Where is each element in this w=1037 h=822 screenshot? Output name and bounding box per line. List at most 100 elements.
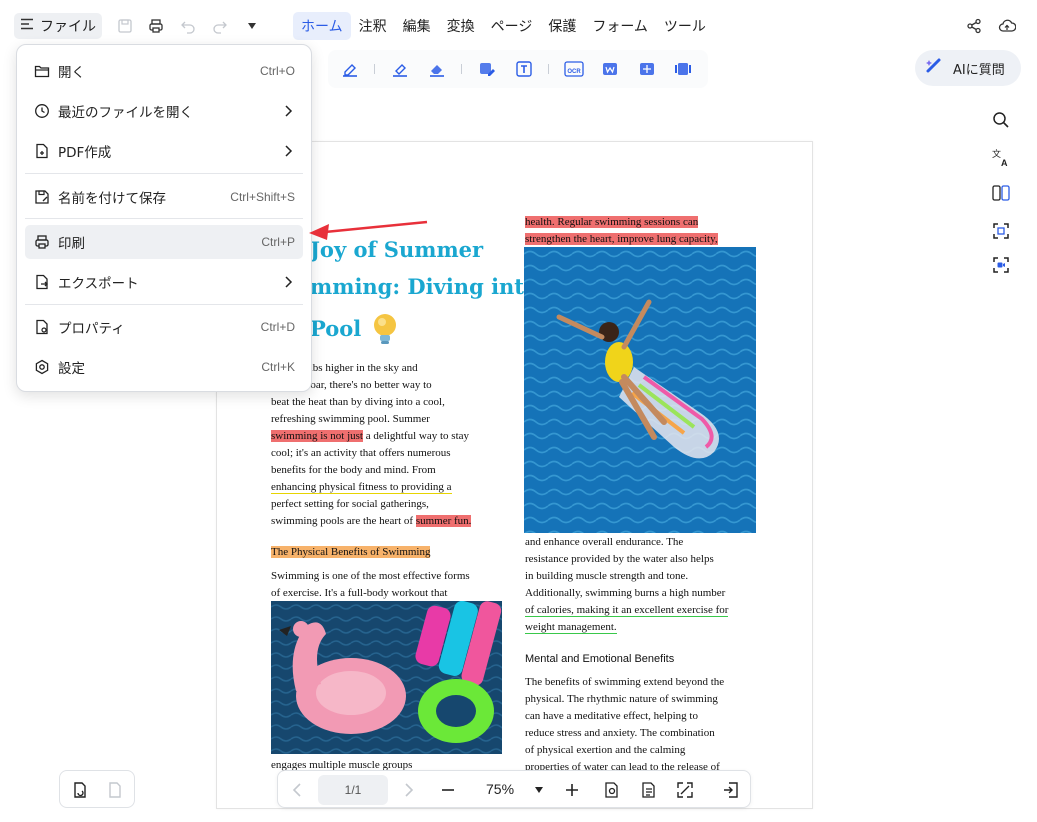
highlight-red: swimming is not just [271,430,363,442]
highlight-red: strengthen the heart, improve lung capac… [525,233,718,245]
menu-divider [25,304,303,305]
text-line: resistance provided by the water also he… [525,553,714,565]
tab-protect[interactable]: 保護 [540,12,584,40]
highlight-red: health. Regular swimming sessions can [525,216,699,228]
text-line: Swimming is one of the most effective fo… [271,570,470,582]
zoom-dropdown-icon[interactable] [528,779,550,801]
ai-sparkle-icon [925,57,943,79]
tab-convert[interactable]: 変換 [439,12,483,40]
text-line: in building muscle strength and tone. [525,570,689,582]
toolbar-separator [374,64,376,74]
menu-item-label: PDF作成 [58,145,112,161]
quick-access-dropdown-icon[interactable] [241,15,263,37]
crop-capture-icon[interactable] [990,220,1012,242]
text-line: Additionally, swimming burns a high numb… [525,587,726,599]
section-heading-physical: The Physical Benefits of Swimming [271,546,431,558]
doc-title-line-2: mming: Diving into [310,274,539,299]
exit-fullscreen-icon[interactable] [720,779,742,801]
tab-edit[interactable]: 編集 [395,12,439,40]
lightbulb-icon [371,311,399,350]
text-line: weight management. [525,619,728,636]
menu-item-settings[interactable]: 設定 Ctrl+K [25,350,303,384]
woman-pool-float-photo [524,247,756,533]
menu-item-label: エクスポート [58,276,139,292]
to-word-icon[interactable] [599,57,622,81]
share-icon[interactable] [963,15,985,37]
next-page-icon[interactable] [398,779,420,801]
edit-text-icon[interactable] [475,57,498,81]
file-dropdown-menu: 開く Ctrl+O 最近のファイルを開く PDF作成 名前を付けて保存 Ctrl… [16,44,312,392]
text-line: strengthen the heart, improve lung capac… [525,231,718,248]
menu-item-export[interactable]: エクスポート [25,265,303,299]
save-icon[interactable] [114,15,136,37]
text-line: of physical exertion and the calming [525,744,686,756]
text-line: reduce stress and anxiety. The combinati… [525,727,715,739]
ocr-icon[interactable]: OCR [562,57,585,81]
tab-form[interactable]: フォーム [584,12,656,40]
file-menu-button[interactable]: ファイル [14,13,102,39]
eraser-icon[interactable] [425,57,448,81]
zoom-out-icon[interactable] [437,779,459,801]
doc-title-line-3-text: Pool [310,316,362,341]
text-recognize-icon[interactable] [512,57,535,81]
read-mode-icon[interactable] [601,779,623,801]
pool-floats-photo [271,601,502,754]
ocr-label: OCR [567,69,581,75]
home-toolbar: OCR [328,50,708,88]
tab-home[interactable]: ホーム [293,12,351,40]
text-line: refreshing swimming pool. Summer [271,413,430,425]
bilingual-view-icon[interactable] [990,182,1012,204]
menu-divider [25,173,303,174]
menu-item-open[interactable]: 開く Ctrl+O [25,54,303,88]
svg-text:文: 文 [992,148,1001,160]
page-layout-icon[interactable] [104,779,126,801]
highlight-tool-icon[interactable] [338,57,361,81]
ai-ask-label: AIに質問 [953,62,1005,78]
highlight-red: summer fun. [415,515,472,527]
text-highlight-icon[interactable] [388,57,411,81]
tab-tools[interactable]: ツール [656,12,714,40]
rotate-page-icon[interactable] [69,779,91,801]
save-as-icon [34,189,50,205]
translate-icon[interactable]: 文A [990,147,1012,169]
zoom-level[interactable]: 75% [486,781,514,797]
prev-page-icon[interactable] [286,779,308,801]
ai-ask-button[interactable]: AIに質問 [915,50,1021,86]
properties-icon [34,319,50,335]
export-icon [34,274,50,290]
menu-item-recent-files[interactable]: 最近のファイルを開く [25,94,303,128]
text-span: swimming pools are the heart of [271,515,416,527]
menu-item-properties[interactable]: プロパティ Ctrl+D [25,310,303,344]
page-navigation-bar: 1/1 75% [277,770,751,808]
menu-item-create-pdf[interactable]: PDF作成 [25,134,303,168]
right-col-top: health. Regular swimming sessions can st… [525,214,718,248]
section-heading-mental: Mental and Emotional Benefits [525,653,675,665]
screen-record-icon[interactable] [990,254,1012,276]
compare-icon[interactable] [635,57,658,81]
fit-page-icon[interactable] [674,779,696,801]
print-icon[interactable] [145,15,167,37]
text-line: can have a meditative effect, helping to [525,710,698,722]
chevron-right-icon [281,143,295,157]
right-col-text-2: The benefits of swimming extend beyond t… [525,674,724,776]
cloud-icon[interactable] [996,15,1018,37]
page-indicator[interactable]: 1/1 [318,775,388,805]
ribbon-tabs: ホーム 注釈 編集 変換 ページ 保護 フォーム ツール [293,12,714,40]
tab-page[interactable]: ページ [483,12,541,40]
menu-item-label: 名前を付けて保存 [58,191,166,207]
menu-item-shortcut: Ctrl+O [259,64,295,78]
search-icon[interactable] [990,109,1012,131]
undo-icon[interactable] [177,15,199,37]
slideshow-icon[interactable] [672,57,695,81]
highlight-orange: The Physical Benefits of Swimming [271,546,431,558]
menu-item-print[interactable]: 印刷 Ctrl+P [25,225,303,259]
tab-annotate[interactable]: 注釈 [351,12,395,40]
page-view-icon[interactable] [638,779,660,801]
text-line: enhancing physical fitness to providing … [271,479,471,496]
zoom-in-icon[interactable] [561,779,583,801]
redo-icon[interactable] [209,15,231,37]
menu-item-label: 印刷 [58,236,85,252]
settings-icon [34,359,50,375]
right-side-panel: 文A [982,100,1020,284]
menu-item-save-as[interactable]: 名前を付けて保存 Ctrl+Shift+S [25,180,303,214]
